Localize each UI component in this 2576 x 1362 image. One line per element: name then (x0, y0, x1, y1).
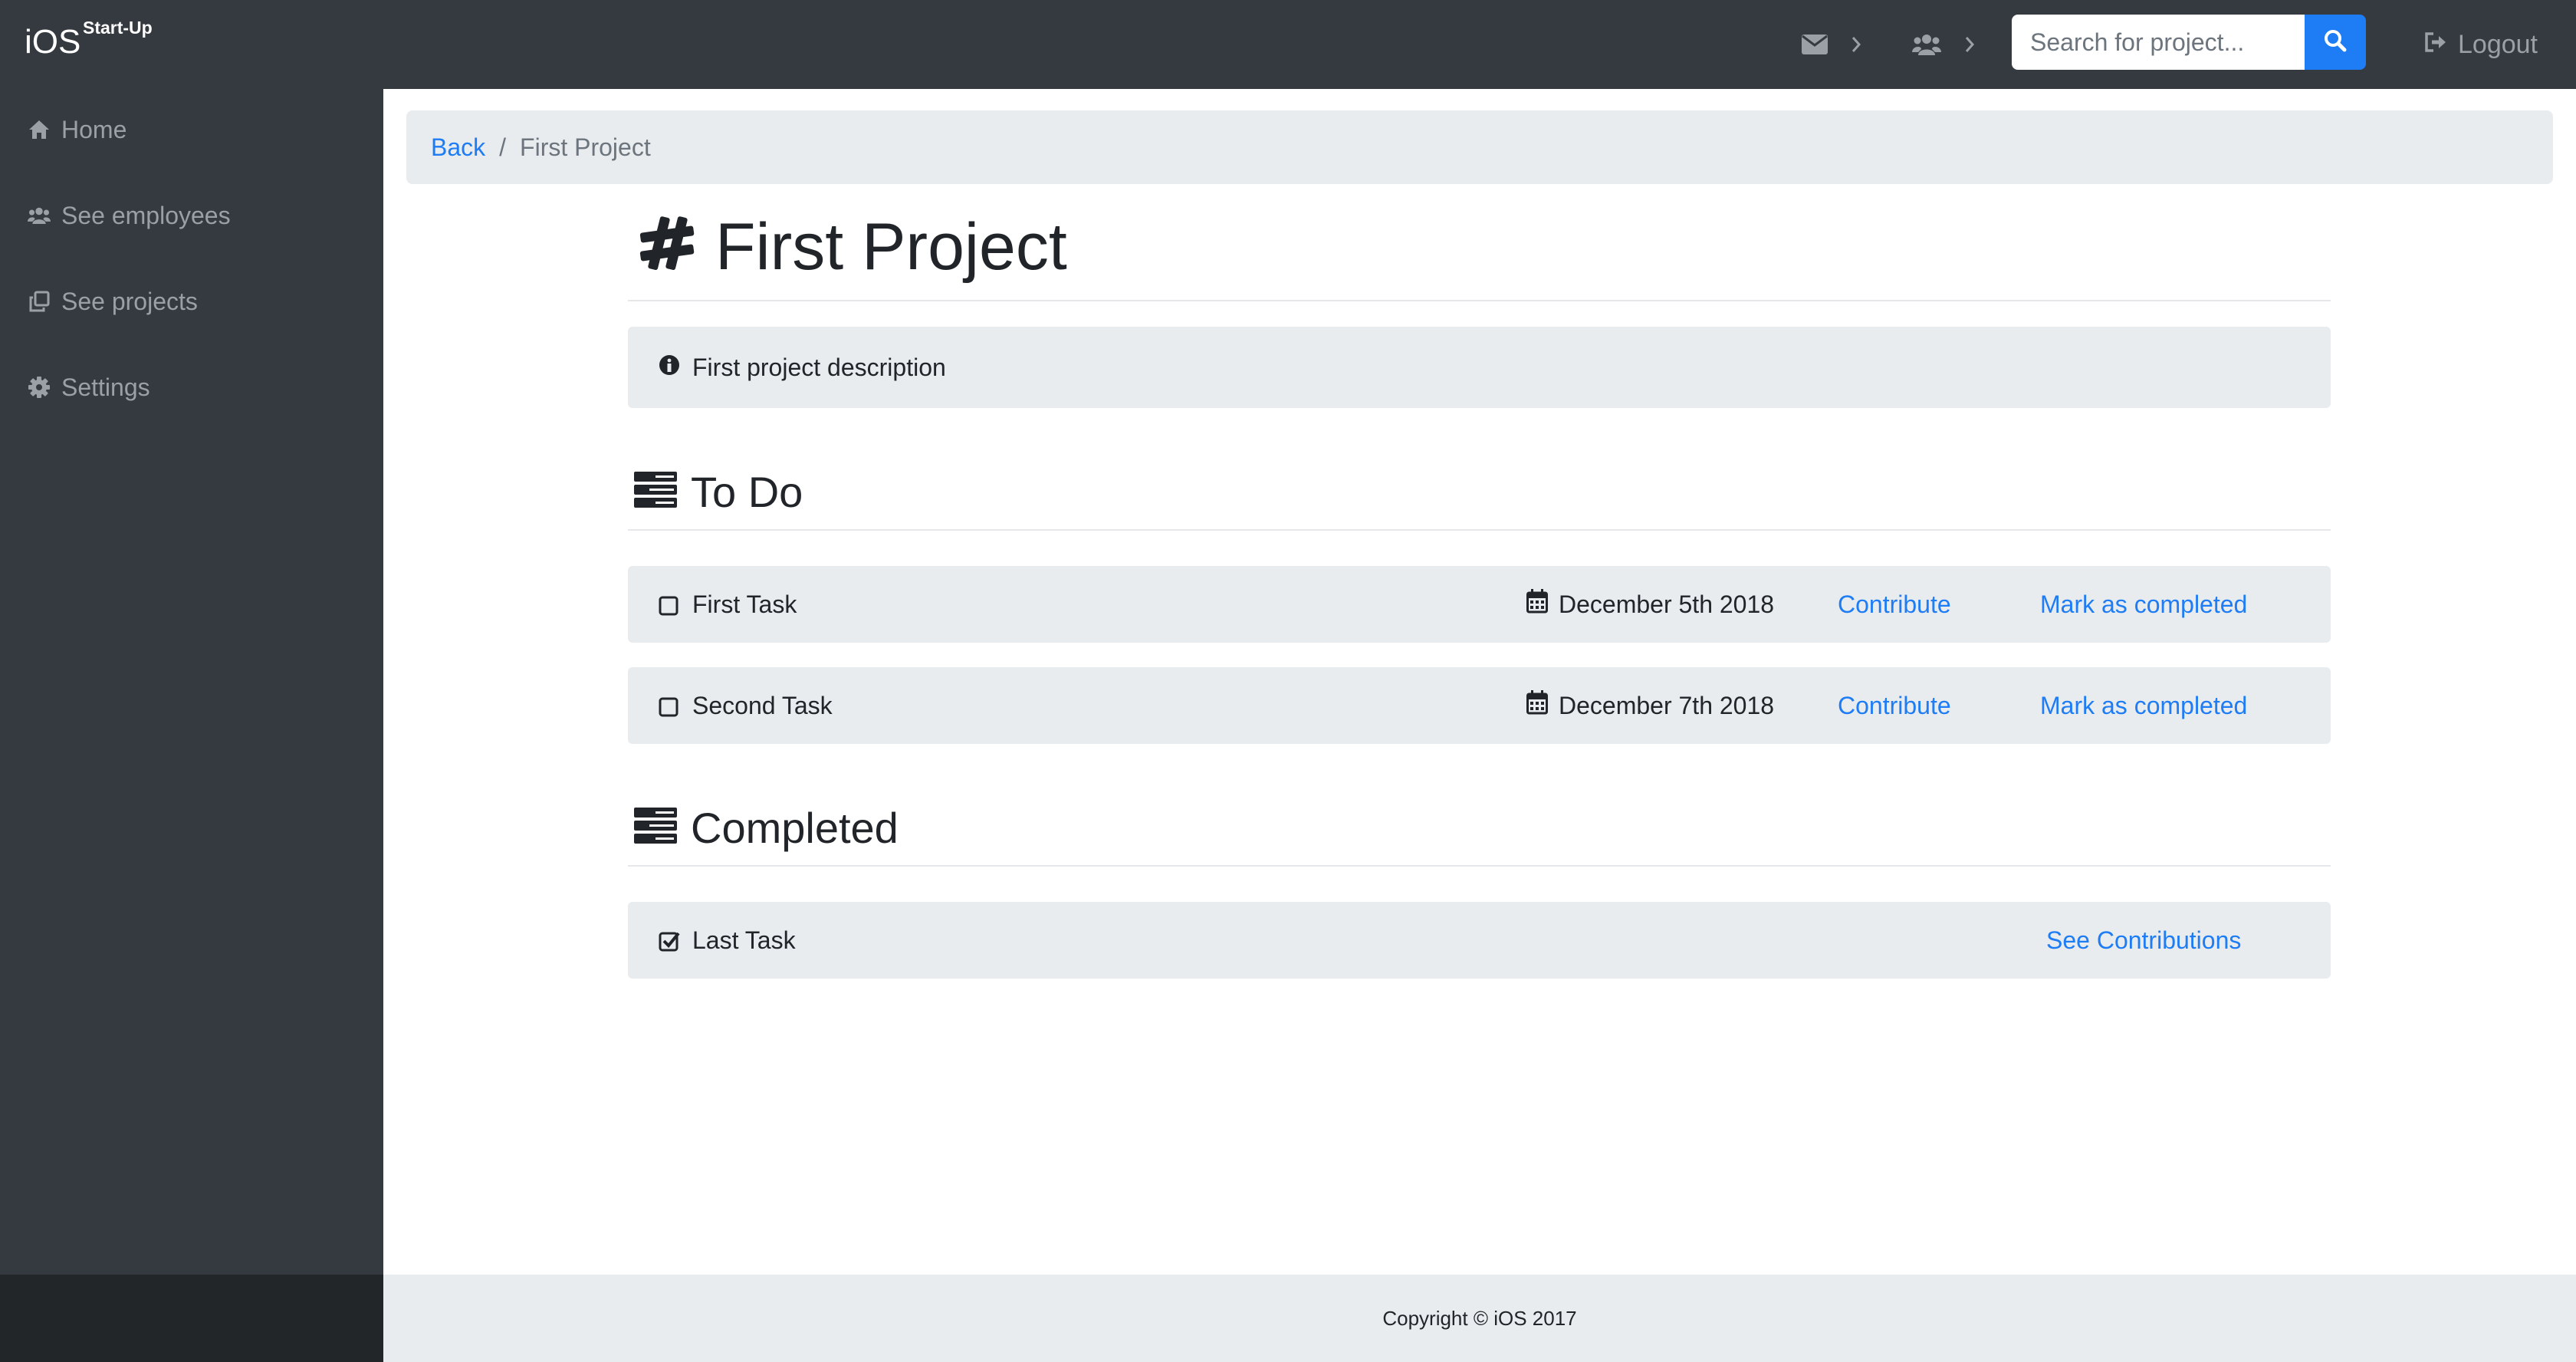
search-input[interactable] (2012, 15, 2308, 70)
tasks-icon (634, 471, 677, 512)
sidebar-item-label: See employees (61, 201, 231, 229)
brand-subtitle: Start-Up (83, 18, 153, 38)
sidebar-item-label: Home (61, 115, 127, 143)
top-navbar: iOS Start-Up Search for project... Logou… (0, 0, 2576, 89)
hashtag-icon (639, 215, 695, 275)
checked-box-icon (659, 929, 680, 958)
sidebar-item-home[interactable]: Home (28, 108, 127, 151)
search-button[interactable] (2305, 15, 2366, 70)
sidebar-item-settings[interactable]: Settings (28, 366, 150, 409)
sign-out-icon (2424, 30, 2447, 60)
calendar-icon (1526, 589, 1548, 620)
users-icon (28, 206, 51, 225)
copyright-text: Copyright © iOS 2017 (1382, 1306, 1577, 1330)
footer: Copyright © iOS 2017 (383, 1275, 2576, 1362)
task-name: Second Task (692, 692, 833, 719)
tasks-icon (634, 807, 677, 848)
task-name: First Task (692, 591, 797, 618)
breadcrumb: Back / First Project (406, 110, 2553, 184)
contribute-link[interactable]: Contribute (1838, 589, 1951, 620)
task-due-date: December 5th 2018 (1526, 589, 1774, 620)
project-description: First project description (628, 327, 2331, 408)
task-name: Last Task (692, 926, 796, 954)
date-text: December 7th 2018 (1559, 691, 1775, 719)
sidebar-item-label: Settings (61, 373, 150, 401)
completed-section-header: Completed (628, 790, 2331, 867)
sidebar-item-employees[interactable]: See employees (28, 194, 231, 237)
info-circle-icon (659, 354, 680, 382)
sidebar-item-projects[interactable]: See projects (28, 280, 198, 323)
messages-menu[interactable] (1802, 23, 1861, 66)
page-title: First Project (715, 210, 1067, 284)
todo-section-header: To Do (628, 454, 2331, 531)
envelope-icon (1802, 35, 1828, 54)
sidebar-item-label: See projects (61, 287, 198, 315)
sidebar-footer (0, 1275, 383, 1362)
task-row: Second Task December 7th 2018 Contribute… (628, 667, 2331, 744)
logout-button[interactable]: Logout (2424, 26, 2538, 63)
home-icon (28, 120, 51, 140)
search-icon (2324, 29, 2347, 56)
see-contributions-link[interactable]: See Contributions (2046, 925, 2241, 956)
breadcrumb-separator: / (499, 133, 507, 161)
unchecked-box-icon[interactable] (659, 695, 678, 723)
sidebar: Home See employees See projects Settings (0, 89, 383, 1275)
calendar-icon (1526, 690, 1548, 721)
logout-label: Logout (2458, 29, 2538, 59)
mark-completed-link[interactable]: Mark as completed (2040, 589, 2247, 620)
brand-logo[interactable]: iOS (25, 21, 80, 63)
chevron-right-icon (1851, 36, 1861, 53)
team-menu[interactable] (1912, 23, 1975, 66)
clone-icon (28, 291, 51, 312)
breadcrumb-current: First Project (520, 133, 651, 161)
gear-icon (28, 377, 51, 398)
breadcrumb-back-link[interactable]: Back (431, 133, 485, 162)
contribute-link[interactable]: Contribute (1838, 690, 1951, 721)
date-text: December 5th 2018 (1559, 590, 1775, 618)
task-row: First Task December 5th 2018 Contribute … (628, 566, 2331, 643)
description-text: First project description (692, 353, 946, 381)
users-icon (1912, 34, 1941, 55)
project-header: First Project (628, 207, 2331, 301)
task-row: Last Task See Contributions (628, 902, 2331, 979)
section-title: To Do (691, 467, 803, 516)
task-due-date: December 7th 2018 (1526, 690, 1774, 721)
chevron-right-icon (1964, 36, 1975, 53)
mark-completed-link[interactable]: Mark as completed (2040, 690, 2247, 721)
unchecked-box-icon[interactable] (659, 594, 678, 622)
section-title: Completed (691, 803, 899, 852)
